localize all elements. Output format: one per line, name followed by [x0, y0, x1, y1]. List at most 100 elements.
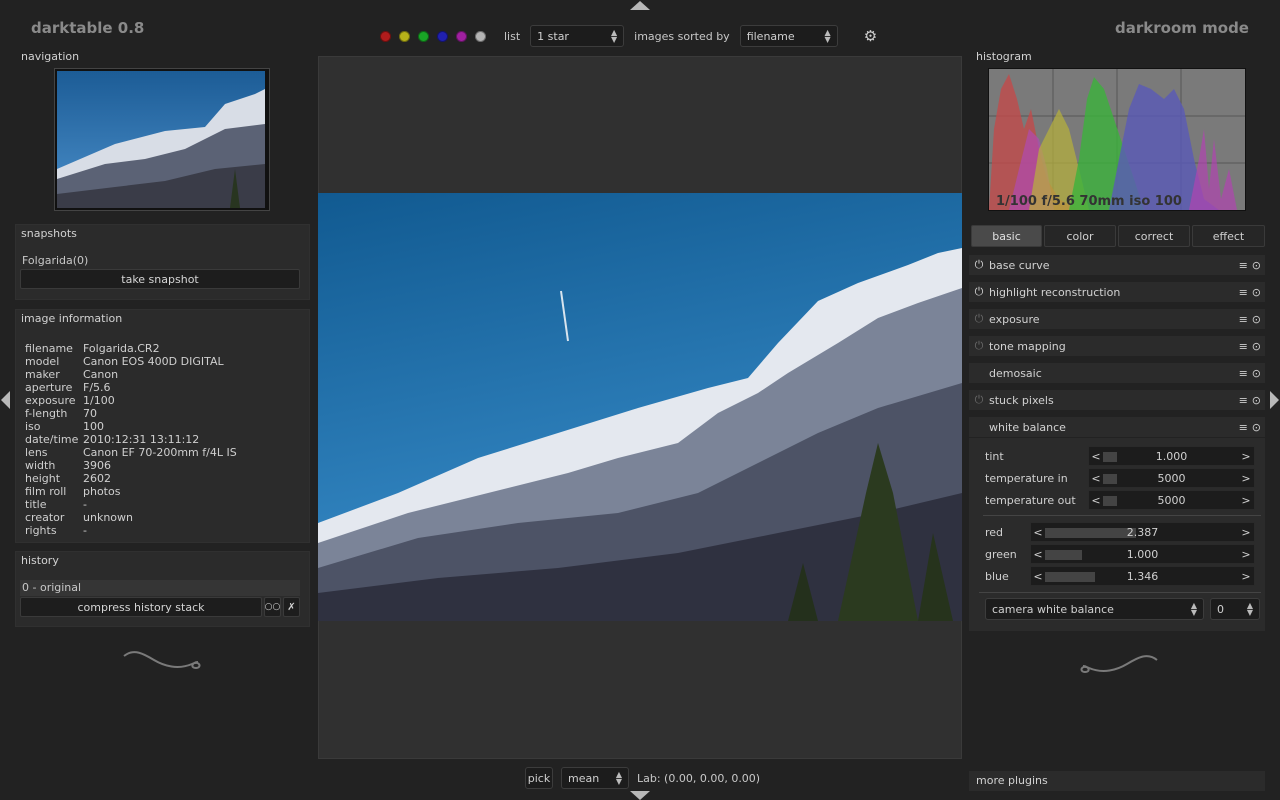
increase-arrow-icon[interactable]: > [1240, 548, 1252, 561]
spin-arrows-icon: ▲ ▼ [615, 770, 622, 786]
tab-basic[interactable]: basic [971, 225, 1042, 247]
navigation-title: navigation [21, 50, 80, 63]
reset-icon[interactable]: ⊙ [1252, 340, 1261, 353]
presets-menu-icon[interactable]: ≡ [1239, 259, 1248, 272]
tint-slider-row: tint < 1.000 > [985, 446, 1255, 466]
color-label-blue-dot[interactable] [437, 30, 448, 42]
temperature-in-slider[interactable]: < 5000 > [1088, 468, 1255, 488]
color-picker-mode-select[interactable]: mean ▲ ▼ [561, 767, 629, 789]
increase-arrow-icon[interactable]: > [1240, 494, 1252, 507]
presets-menu-icon[interactable]: ≡ [1239, 367, 1248, 380]
image-info-row: aperture F/5.6 [25, 381, 237, 394]
image-info-key: date/time [25, 433, 79, 446]
increase-arrow-icon[interactable]: > [1240, 450, 1252, 463]
histogram-exif-summary: 1/100 f/5.6 70mm iso 100 [996, 194, 1182, 209]
divider [979, 592, 1261, 593]
red-slider[interactable]: < 2.387 > [1030, 522, 1255, 542]
power-icon[interactable]: ⏻ [969, 339, 989, 353]
reset-icon[interactable]: ⊙ [1252, 259, 1261, 272]
histogram-title: histogram [976, 50, 1032, 63]
increase-arrow-icon[interactable]: > [1240, 570, 1252, 583]
color-label-gray-dot[interactable] [475, 30, 486, 42]
bottom-toolbar: pick mean ▲ ▼ Lab: (0.00, 0.00, 0.00) [525, 767, 760, 789]
snapshot-item[interactable]: Folgarida(0) [22, 254, 88, 267]
filter-bar: list 1 star ▲ ▼ images sorted by filename… [380, 24, 877, 48]
color-label-magenta-dot[interactable] [456, 30, 467, 42]
pick-button[interactable]: pick [525, 767, 553, 789]
lab-readout: Lab: (0.00, 0.00, 0.00) [637, 771, 761, 785]
plugin-exposure[interactable]: ⏻ exposure ≡ ⊙ [969, 309, 1265, 329]
presets-menu-icon[interactable]: ≡ [1239, 286, 1248, 299]
power-icon[interactable]: ⏻ [969, 258, 989, 272]
gear-icon[interactable]: ⚙ [864, 27, 877, 45]
plugin-label: base curve [989, 258, 1050, 272]
plugin-label: white balance [989, 420, 1066, 434]
plugin-white-balance[interactable]: white balance ≡ ⊙ [969, 417, 1265, 437]
color-label-green-dot[interactable] [418, 30, 429, 42]
plugin-tone-mapping[interactable]: ⏻ tone mapping ≡ ⊙ [969, 336, 1265, 356]
blue-slider[interactable]: < 1.346 > [1030, 566, 1255, 586]
reset-icon[interactable]: ⊙ [1252, 286, 1261, 299]
presets-menu-icon[interactable]: ≡ [1239, 421, 1248, 434]
increase-arrow-icon[interactable]: > [1240, 526, 1252, 539]
sort-select[interactable]: filename ▲ ▼ [739, 25, 838, 47]
increase-arrow-icon[interactable]: > [1240, 472, 1252, 485]
white-balance-preset-spinner[interactable]: 0 ▲ ▼ [1210, 598, 1260, 620]
plugin-demosaic[interactable]: demosaic ≡ ⊙ [969, 363, 1265, 383]
reset-icon[interactable]: ⊙ [1252, 394, 1261, 407]
plugin-highlight-reconstruction[interactable]: ⏻ highlight reconstruction ≡ ⊙ [969, 282, 1265, 302]
temperature-in-label: temperature in [985, 471, 1068, 485]
reset-icon[interactable]: ⊙ [1252, 313, 1261, 326]
collapse-right-panel-arrow-icon[interactable] [1270, 391, 1279, 409]
plugin-base-curve[interactable]: ⏻ base curve ≡ ⊙ [969, 255, 1265, 275]
plugin-label: tone mapping [989, 339, 1066, 353]
green-value: 1.000 [1126, 547, 1159, 561]
reset-icon[interactable]: ⊙ [1252, 367, 1261, 380]
discard-history-icon[interactable]: ✗ [283, 597, 300, 617]
image-info-key: exposure [25, 394, 76, 407]
image-info-value: Canon [83, 368, 119, 381]
more-plugins-button[interactable]: more plugins [969, 771, 1265, 791]
compress-history-button[interactable]: compress history stack [20, 597, 262, 617]
temperature-out-value: 5000 [1157, 493, 1186, 507]
image-info-row: model Canon EOS 400D DIGITAL [25, 355, 237, 368]
collapse-bottom-panel-arrow-icon[interactable] [630, 791, 650, 800]
mountain-photo [318, 193, 962, 621]
tint-value: 1.000 [1155, 449, 1188, 463]
temperature-out-slider[interactable]: < 5000 > [1088, 490, 1255, 510]
white-balance-preset-select[interactable]: camera white balance ▲ ▼ [985, 598, 1204, 620]
presets-menu-icon[interactable]: ≡ [1239, 394, 1248, 407]
create-style-icon[interactable]: ○○ [264, 597, 281, 617]
color-label-yellow-dot[interactable] [399, 30, 410, 42]
plugin-label: stuck pixels [989, 393, 1054, 407]
plugin-stuck-pixels[interactable]: ⏻ stuck pixels ≡ ⊙ [969, 390, 1265, 410]
green-slider-row: green < 1.000 > [985, 544, 1255, 564]
take-snapshot-button[interactable]: take snapshot [20, 269, 300, 289]
color-label-red-dot[interactable] [380, 30, 391, 42]
tab-effect[interactable]: effect [1192, 225, 1265, 247]
image-info-value: Canon EF 70-200mm f/4L IS [83, 446, 237, 459]
histogram-graph [989, 69, 1245, 210]
main-image[interactable] [318, 193, 962, 621]
plugin-label: demosaic [989, 366, 1042, 380]
tint-slider[interactable]: < 1.000 > [1088, 446, 1255, 466]
rating-filter-select[interactable]: 1 star ▲ ▼ [530, 25, 625, 47]
collapse-top-panel-arrow-icon[interactable] [630, 1, 650, 10]
image-info-value: Canon EOS 400D DIGITAL [83, 355, 224, 368]
presets-menu-icon[interactable]: ≡ [1239, 340, 1248, 353]
red-slider-row: red < 2.387 > [985, 522, 1255, 542]
history-item-original[interactable]: 0 - original [20, 580, 300, 596]
app-title: darktable 0.8 [31, 19, 145, 37]
green-slider[interactable]: < 1.000 > [1030, 544, 1255, 564]
histogram[interactable] [988, 68, 1246, 211]
power-icon[interactable]: ⏻ [969, 285, 989, 299]
tab-color[interactable]: color [1044, 225, 1116, 247]
reset-icon[interactable]: ⊙ [1252, 421, 1261, 434]
image-info-row: title - [25, 498, 237, 511]
collapse-left-panel-arrow-icon[interactable] [1, 391, 10, 409]
navigation-thumbnail[interactable] [54, 68, 270, 211]
power-icon[interactable]: ⏻ [969, 312, 989, 326]
presets-menu-icon[interactable]: ≡ [1239, 313, 1248, 326]
tab-correct[interactable]: correct [1118, 225, 1190, 247]
power-icon[interactable]: ⏻ [969, 393, 989, 407]
